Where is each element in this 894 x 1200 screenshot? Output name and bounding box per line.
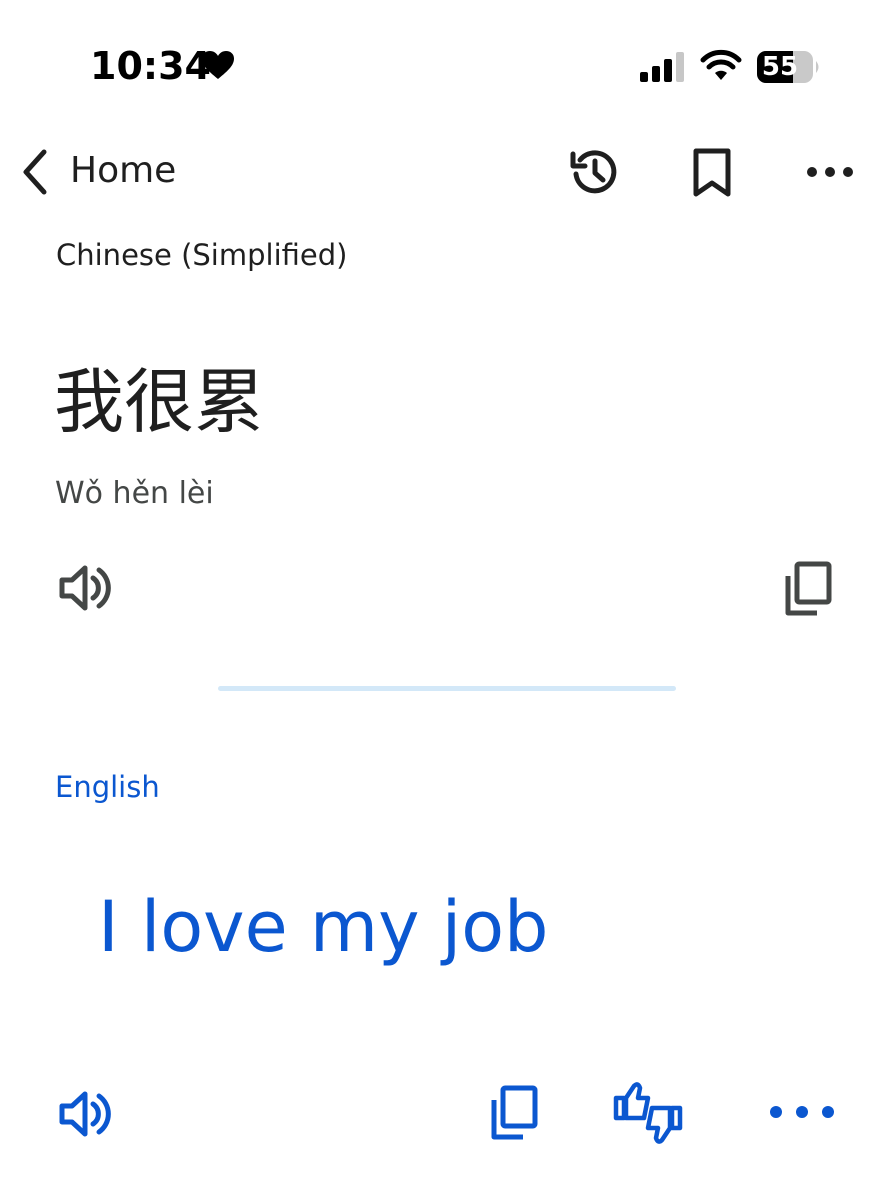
wifi-icon (700, 48, 742, 86)
source-text: 我很累 (54, 361, 264, 443)
translated-text: I love my job (98, 886, 549, 968)
source-language-label[interactable]: Chinese (Simplified) (56, 238, 347, 272)
more-options-icon[interactable] (768, 1104, 836, 1124)
signal-icon (640, 52, 686, 86)
speaker-icon[interactable] (58, 1086, 114, 1146)
battery-icon: 55 (756, 50, 822, 88)
speaker-icon[interactable] (58, 560, 114, 620)
section-divider[interactable] (218, 686, 676, 691)
back-chevron-icon[interactable] (18, 148, 52, 200)
copy-icon[interactable] (488, 1084, 540, 1146)
battery-level: 55 (761, 52, 799, 82)
target-language-label[interactable]: English (55, 770, 160, 804)
history-icon[interactable] (569, 146, 621, 202)
thumbs-feedback-icon[interactable] (612, 1080, 684, 1150)
source-romanization: Wǒ hěn lèi (55, 476, 214, 511)
bookmark-icon[interactable] (690, 148, 734, 202)
more-options-icon[interactable] (805, 164, 855, 183)
status-time: 10:34 (90, 44, 211, 88)
heart-icon (201, 50, 235, 84)
back-home-button[interactable]: Home (70, 150, 176, 191)
copy-icon[interactable] (782, 560, 834, 622)
